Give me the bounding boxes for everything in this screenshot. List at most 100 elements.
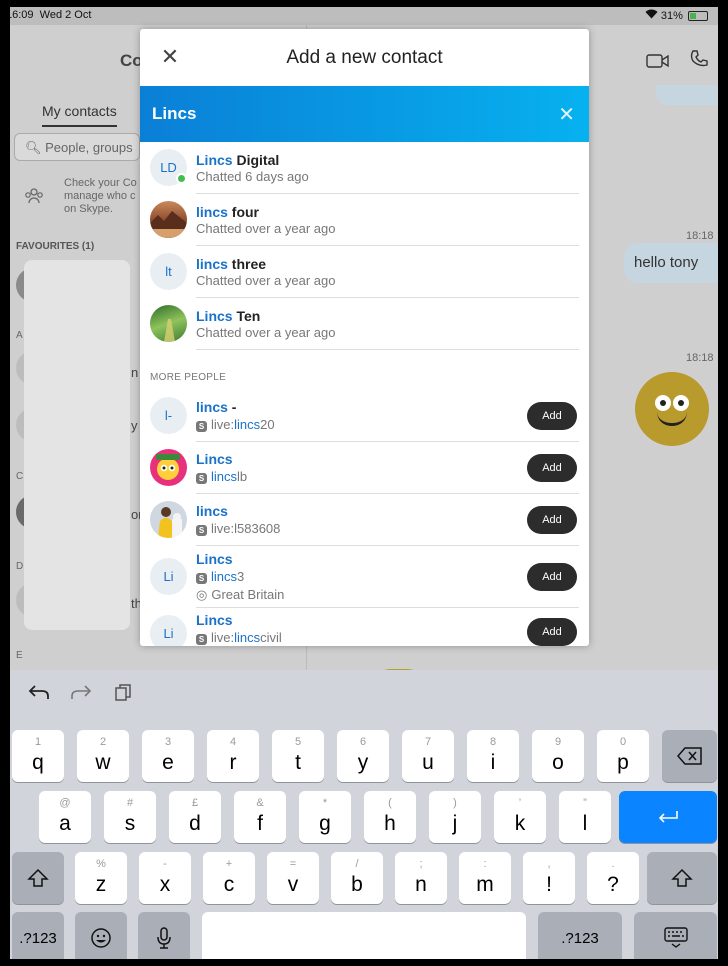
contacts-hint: Check your Co manage who c on Skype. [64, 177, 137, 215]
numbers-key[interactable]: .?123 [538, 912, 622, 959]
avatar [150, 449, 187, 486]
shift-key[interactable] [12, 852, 64, 904]
contact-subtitle: Chatted over a year ago [196, 273, 336, 288]
contact-name: Lincs [196, 451, 233, 467]
key-m[interactable]: :m [459, 852, 511, 904]
search-input[interactable] [140, 86, 540, 142]
skype-id: Slincs3 [196, 569, 244, 584]
key-e[interactable]: 3e [142, 730, 194, 782]
key-n[interactable]: ; n [395, 852, 447, 904]
key-i[interactable]: 8i [467, 730, 519, 782]
key-f[interactable]: & f [234, 791, 286, 843]
skype-id: Slive:lincs20 [196, 417, 275, 432]
status-left: 16:09 Wed 2 Oct [10, 9, 91, 21]
key-z[interactable]: % z [75, 852, 127, 904]
list-item[interactable]: lt lincs three Chatted over a year ago [140, 246, 589, 298]
skype-icon: S [196, 634, 207, 645]
key-p[interactable]: 0p [597, 730, 649, 782]
microphone-key[interactable] [138, 912, 190, 959]
undo-icon[interactable] [28, 683, 50, 707]
add-contact-button[interactable]: Add [527, 454, 577, 482]
key-s[interactable]: # s [104, 791, 156, 843]
key-t[interactable]: 5t [272, 730, 324, 782]
key-![interactable]: ,! [523, 852, 575, 904]
status-date: Wed 2 Oct [39, 9, 92, 21]
key-y[interactable]: 6y [337, 730, 389, 782]
skype-id: Slive:lincscivil [196, 630, 282, 645]
space-key[interactable] [202, 912, 526, 959]
key-r[interactable]: 4r [207, 730, 259, 782]
contact-name: Lincs [196, 551, 233, 567]
redo-icon[interactable] [70, 683, 92, 707]
contact-subtitle: Chatted 6 days ago [196, 169, 309, 184]
key-h[interactable]: (h [364, 791, 416, 843]
list-item[interactable]: lincs Slive:l583608 Add [140, 494, 589, 546]
list-item[interactable]: Lincs Slincslb Add [140, 442, 589, 494]
backspace-key[interactable] [662, 730, 717, 782]
paste-icon[interactable] [114, 683, 132, 707]
add-contact-button[interactable]: Add [527, 402, 577, 430]
key-q[interactable]: 1q [12, 730, 64, 782]
list-item[interactable]: Li Lincs Slincs3 ◎ Great Britain Add [140, 546, 589, 608]
skype-icon: S [196, 473, 207, 484]
key-?[interactable]: .? [587, 852, 639, 904]
add-contact-button[interactable]: Add [527, 506, 577, 534]
shift-icon [647, 852, 717, 904]
key-c[interactable]: + c [203, 852, 255, 904]
status-time: 16:09 [10, 9, 34, 21]
list-item[interactable]: lincs four Chatted over a year ago [140, 194, 589, 246]
phone-icon [689, 50, 709, 73]
key-d[interactable]: £ d [169, 791, 221, 843]
key-x[interactable]: -x [139, 852, 191, 904]
screen: 16:09 Wed 2 Oct 31% Co My contacts 🔍︎ Pe… [10, 7, 718, 959]
key-k[interactable]: ’ k [494, 791, 546, 843]
key-u[interactable]: 7u [402, 730, 454, 782]
numbers-key[interactable]: .?123 [12, 912, 64, 959]
emoji-key[interactable] [75, 912, 127, 959]
skype-id: Slive:l583608 [196, 521, 280, 536]
search-bar: ✕ [140, 86, 589, 142]
list-item[interactable]: Lincs Ten Chatted over a year ago [140, 298, 589, 350]
return-key[interactable] [619, 791, 717, 843]
key-l[interactable]: ” l [559, 791, 611, 843]
keyboard: 1 q 2 w 3 e 4 r 5 t 6 y 7 u 8 i 9 o 0 p @ a # s £ d & f * g(h) j’ k” l % z… [10, 670, 718, 959]
keyboard-hide-key[interactable] [634, 912, 717, 959]
shift-key[interactable] [647, 852, 717, 904]
key-b[interactable]: / b [331, 852, 383, 904]
contact-name: Lincs Ten [196, 308, 261, 324]
key-o[interactable]: 9o [532, 730, 584, 782]
avatar: Li [150, 558, 187, 595]
list-item[interactable]: Li Lincs Slive:lincscivil Add [140, 608, 589, 646]
skype-id: Slincslb [196, 469, 247, 484]
add-contact-button[interactable]: Add [527, 563, 577, 591]
add-contact-button[interactable]: Add [527, 618, 577, 646]
battery-icon [688, 11, 708, 22]
shift-icon [12, 852, 64, 904]
contact-location: ◎ Great Britain [196, 587, 285, 602]
clear-search-icon[interactable]: ✕ [558, 102, 575, 127]
avatar [150, 305, 187, 342]
keyboard-toolbar [10, 670, 718, 718]
return-icon [619, 791, 717, 843]
contacts-search: 🔍︎ People, groups [14, 133, 140, 161]
contact-name: Lincs Digital [196, 152, 280, 168]
blank-card [24, 260, 130, 630]
skype-icon: S [196, 525, 207, 536]
contact-subtitle: Chatted over a year ago [196, 325, 336, 340]
keyboard-hide-icon [634, 912, 717, 959]
list-item[interactable]: l- lincs - Slive:lincs20 Add [140, 390, 589, 442]
key-j[interactable]: ) j [429, 791, 481, 843]
contact-name: lincs - [196, 399, 237, 415]
contacts-search-placeholder: People, groups [45, 140, 133, 155]
message-time: 18:18 [686, 230, 714, 242]
key-a[interactable]: @ a [39, 791, 91, 843]
key-g[interactable]: * g [299, 791, 351, 843]
message-bubble: hello tony [624, 243, 718, 283]
tab-my-contacts: My contacts [42, 103, 117, 127]
add-contact-dialog: ✕ Add a new contact ✕ LD Lincs Digital C… [140, 29, 589, 646]
search-results: LD Lincs Digital Chatted 6 days ago linc… [140, 142, 589, 646]
avatar: lt [150, 253, 187, 290]
key-w[interactable]: 2w [77, 730, 129, 782]
list-item[interactable]: LD Lincs Digital Chatted 6 days ago [140, 142, 589, 194]
key-v[interactable]: = v [267, 852, 319, 904]
